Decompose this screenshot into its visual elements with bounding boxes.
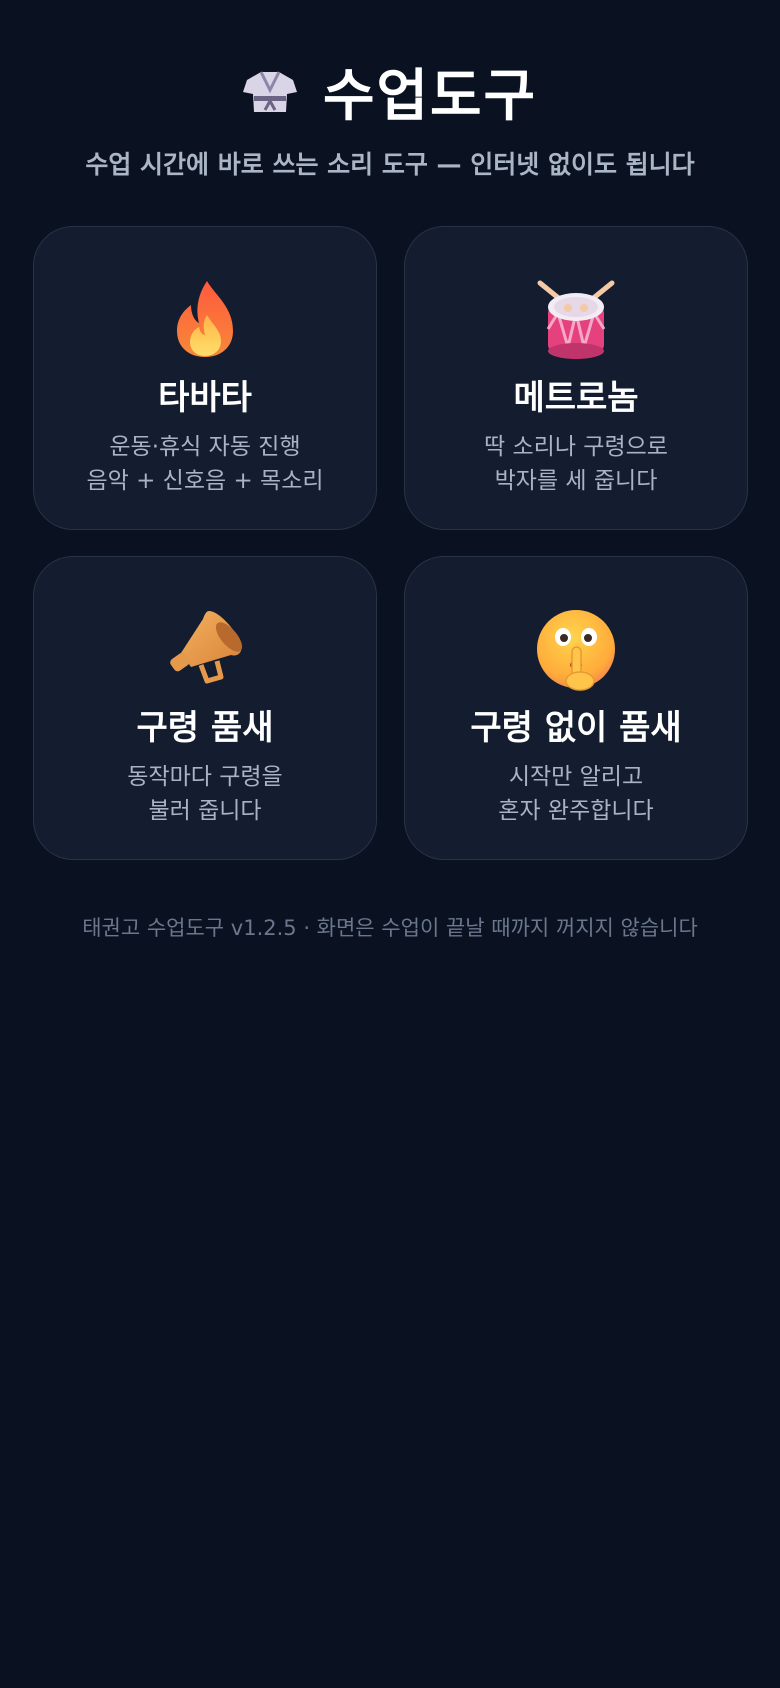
card-description-line: 딱 소리나 구령으로 — [484, 434, 668, 460]
metronome-card[interactable]: 메트로놈 딱 소리나 구령으로 박자를 세 줍니다 — [404, 226, 748, 530]
card-title: 구령 품새 — [136, 708, 274, 748]
footer-text: 태권고 수업도구 v1.2.5 · 화면은 수업이 끝날 때까지 꺼지지 않습니… — [82, 916, 698, 940]
title-row: 수업도구 — [0, 56, 780, 129]
card-description-line: 혼자 완주합니다 — [498, 798, 654, 824]
card-description-line: 불러 줍니다 — [148, 798, 262, 824]
card-title: 메트로놈 — [513, 378, 639, 418]
card-description-line: 운동·휴식 자동 진행 — [109, 434, 301, 460]
card-description: 운동·휴식 자동 진행 음악 + 신호음 + 목소리 — [34, 430, 376, 498]
tabata-card[interactable]: 타바타 운동·휴식 자동 진행 음악 + 신호음 + 목소리 — [33, 226, 377, 530]
dobok-icon — [242, 71, 297, 112]
card-description-line: 박자를 세 줍니다 — [494, 468, 658, 494]
page-title: 수업도구 — [322, 63, 538, 129]
card-description: 딱 소리나 구령으로 박자를 세 줍니다 — [405, 430, 747, 498]
command-poomsae-card[interactable]: 구령 품새 동작마다 구령을 불러 줍니다 — [33, 556, 377, 860]
card-title: 타바타 — [158, 378, 252, 418]
drum-icon — [537, 280, 615, 359]
shushing-face-icon — [537, 610, 615, 691]
page-subtitle: 수업 시간에 바로 쓰는 소리 도구 — 인터넷 없이도 됩니다 — [85, 150, 695, 179]
card-description: 동작마다 구령을 불러 줍니다 — [34, 760, 376, 828]
megaphone-icon — [170, 611, 243, 684]
tool-grid: 타바타 운동·휴식 자동 진행 음악 + 신호음 + 목소리 메트로놈 딱 소리… — [33, 226, 748, 860]
card-title: 구령 없이 품새 — [470, 708, 682, 748]
card-description-line: 음악 + 신호음 + 목소리 — [86, 468, 324, 494]
header: 수업도구 수업 시간에 바로 쓰는 소리 도구 — 인터넷 없이도 됩니다 — [0, 56, 780, 181]
silent-poomsae-card[interactable]: 구령 없이 품새 시작만 알리고 혼자 완주합니다 — [404, 556, 748, 860]
card-description: 시작만 알리고 혼자 완주합니다 — [405, 760, 747, 828]
card-description-line: 시작만 알리고 — [508, 764, 644, 790]
card-description-line: 동작마다 구령을 — [127, 764, 283, 790]
fire-icon — [177, 281, 233, 357]
